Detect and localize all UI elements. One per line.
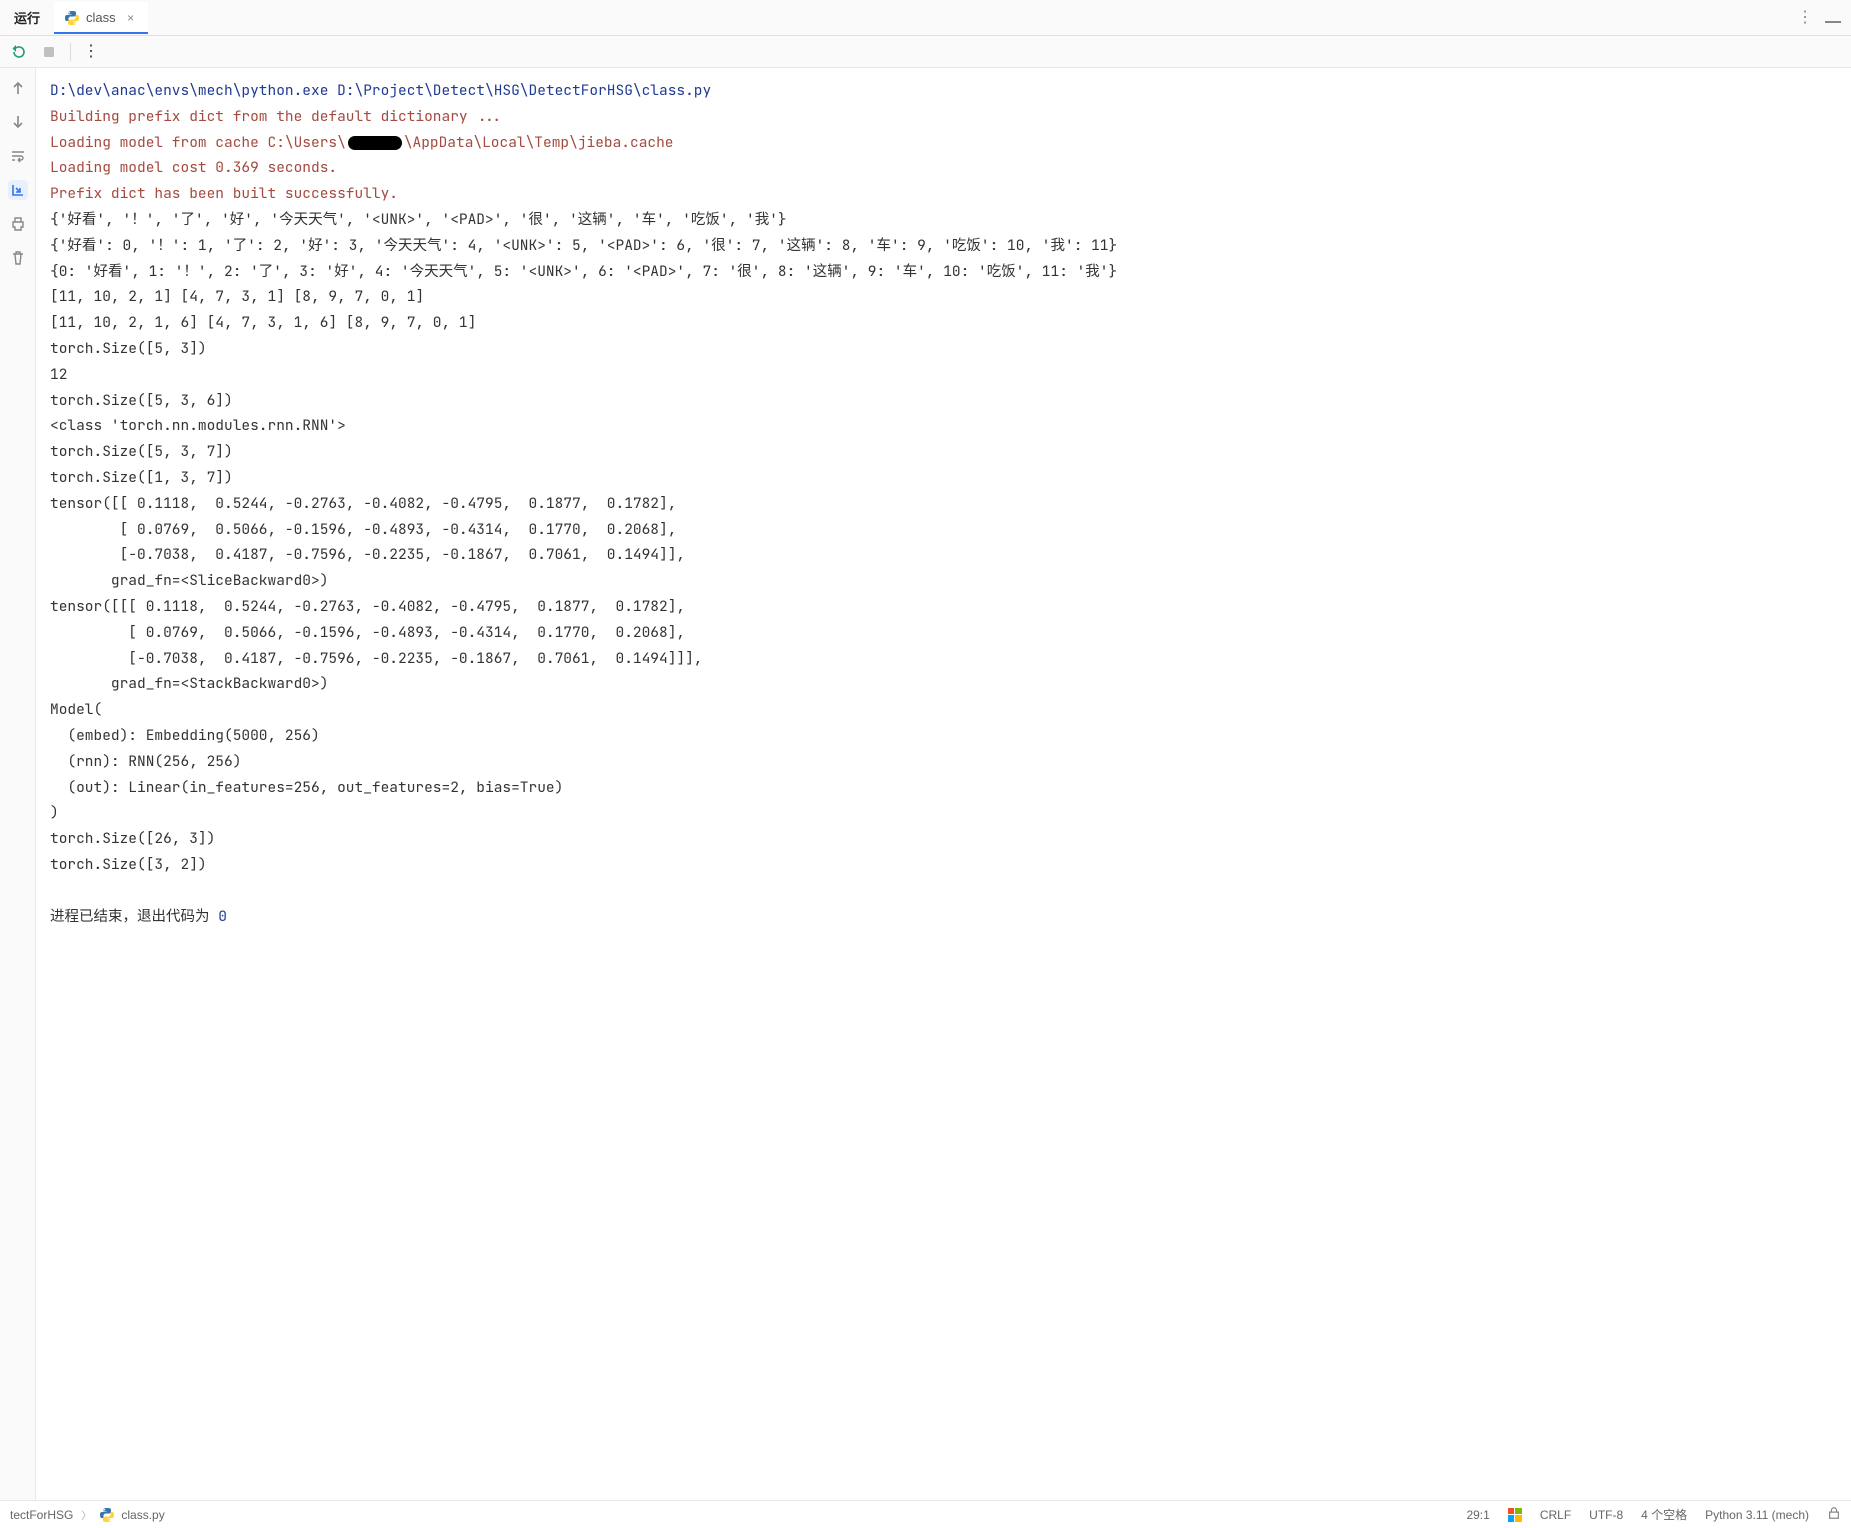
- file-encoding[interactable]: UTF-8: [1589, 1508, 1623, 1522]
- console-stdout-line: [11, 10, 2, 1] [4, 7, 3, 1] [8, 9, 7, 0,…: [50, 284, 1837, 310]
- console-stdout-line: (out): Linear(in_features=256, out_featu…: [50, 775, 1837, 801]
- console-stdout-line: (rnn): RNN(256, 256): [50, 749, 1837, 775]
- console-stdout-line: grad_fn=<StackBackward0>): [50, 671, 1837, 697]
- console-stdout-line: {'好看': 0, '！': 1, '了': 2, '好': 3, '今天天气'…: [50, 233, 1837, 259]
- console-stdout-line: 12: [50, 362, 1837, 388]
- console-stdout-line: {'好看', '！', '了', '好', '今天天气', '<UNK>', '…: [50, 207, 1837, 233]
- console-stdout-line: torch.Size([3, 2]): [50, 852, 1837, 878]
- rerun-icon[interactable]: [10, 43, 28, 61]
- console-stdout-line: [11, 10, 2, 1, 6] [4, 7, 3, 1, 6] [8, 9,…: [50, 310, 1837, 336]
- console-stdout-line: {0: '好看', 1: '！', 2: '了', 3: '好', 4: '今天…: [50, 259, 1837, 285]
- console-stdout-line: [-0.7038, 0.4187, -0.7596, -0.2235, -0.1…: [50, 542, 1837, 568]
- python-file-icon: [99, 1507, 115, 1523]
- scroll-to-end-icon[interactable]: [8, 180, 28, 200]
- console-stdout-line: torch.Size([5, 3, 7]): [50, 439, 1837, 465]
- toolbar-divider: [70, 43, 71, 61]
- console-output[interactable]: D:\dev\anac\envs\mech\python.exe D:\Proj…: [36, 68, 1851, 1500]
- arrow-up-icon[interactable]: [8, 78, 28, 98]
- more-options-icon[interactable]: ⋮: [1797, 10, 1813, 26]
- console-stdout-line: (embed): Embedding(5000, 256): [50, 723, 1837, 749]
- line-separator[interactable]: CRLF: [1540, 1508, 1571, 1522]
- console-stderr-line: Loading model cost 0.369 seconds.: [50, 155, 1837, 181]
- console-stdout-line: <class 'torch.nn.modules.rnn.RNN'>: [50, 413, 1837, 439]
- console-stdout-line: tensor([[ 0.1118, 0.5244, -0.2763, -0.40…: [50, 491, 1837, 517]
- console-stdout-line: Model(: [50, 697, 1837, 723]
- python-file-icon: [64, 10, 80, 26]
- minimize-icon[interactable]: [1825, 21, 1841, 23]
- run-toolbar: ⋮: [0, 36, 1851, 68]
- console-stdout-line: [-0.7038, 0.4187, -0.7596, -0.2235, -0.1…: [50, 646, 1837, 672]
- more-actions-icon[interactable]: ⋮: [83, 44, 99, 60]
- console-stdout-block: {'好看', '！', '了', '好', '今天天气', '<UNK>', '…: [50, 207, 1837, 878]
- editor-tab-bar: 运行 class × ⋮: [0, 0, 1851, 36]
- close-icon[interactable]: ×: [124, 11, 138, 25]
- print-icon[interactable]: [8, 214, 28, 234]
- trash-icon[interactable]: [8, 248, 28, 268]
- console-stdout-line: [ 0.0769, 0.5066, -0.1596, -0.4893, -0.4…: [50, 517, 1837, 543]
- console-stderr-line: Loading model from cache C:\Users\\AppDa…: [50, 130, 1837, 156]
- arrow-down-icon[interactable]: [8, 112, 28, 132]
- console-stdout-line: [ 0.0769, 0.5066, -0.1596, -0.4893, -0.4…: [50, 620, 1837, 646]
- tab-title: class: [86, 10, 116, 25]
- indent-settings[interactable]: 4 个空格: [1641, 1506, 1687, 1523]
- run-gutter: [0, 68, 36, 1500]
- process-exit-line: 进程已结束，退出代码为 0: [50, 904, 1837, 930]
- chevron-right-icon: 〉: [81, 1507, 91, 1522]
- status-bar: tectForHSG 〉 class.py 29:1 CRLF UTF-8 4 …: [0, 1500, 1851, 1528]
- console-stdout-line: torch.Size([5, 3, 6]): [50, 388, 1837, 414]
- stop-icon[interactable]: [40, 43, 58, 61]
- run-tool-window-label[interactable]: 运行: [0, 8, 54, 27]
- tab-class[interactable]: class ×: [54, 2, 148, 34]
- console-stdout-line: torch.Size([5, 3]): [50, 336, 1837, 362]
- python-interpreter[interactable]: Python 3.11 (mech): [1705, 1508, 1809, 1522]
- lock-icon[interactable]: [1827, 1506, 1841, 1523]
- soft-wrap-icon[interactable]: [8, 146, 28, 166]
- redacted-username: [348, 136, 402, 150]
- console-stdout-line: torch.Size([26, 3]): [50, 826, 1837, 852]
- microsoft-icon[interactable]: [1508, 1508, 1522, 1522]
- breadcrumb-segment[interactable]: tectForHSG: [10, 1508, 73, 1522]
- console-stdout-line: ): [50, 800, 1837, 826]
- console-stdout-line: tensor([[[ 0.1118, 0.5244, -0.2763, -0.4…: [50, 594, 1837, 620]
- breadcrumb-segment[interactable]: class.py: [121, 1508, 164, 1522]
- breadcrumb[interactable]: tectForHSG 〉 class.py: [10, 1507, 165, 1523]
- console-stderr-line: Building prefix dict from the default di…: [50, 104, 1837, 130]
- console-stdout-line: torch.Size([1, 3, 7]): [50, 465, 1837, 491]
- console-stderr-line: Prefix dict has been built successfully.: [50, 181, 1837, 207]
- console-stdout-line: grad_fn=<SliceBackward0>): [50, 568, 1837, 594]
- cursor-position[interactable]: 29:1: [1466, 1508, 1489, 1522]
- console-command-line: D:\dev\anac\envs\mech\python.exe D:\Proj…: [50, 78, 1837, 104]
